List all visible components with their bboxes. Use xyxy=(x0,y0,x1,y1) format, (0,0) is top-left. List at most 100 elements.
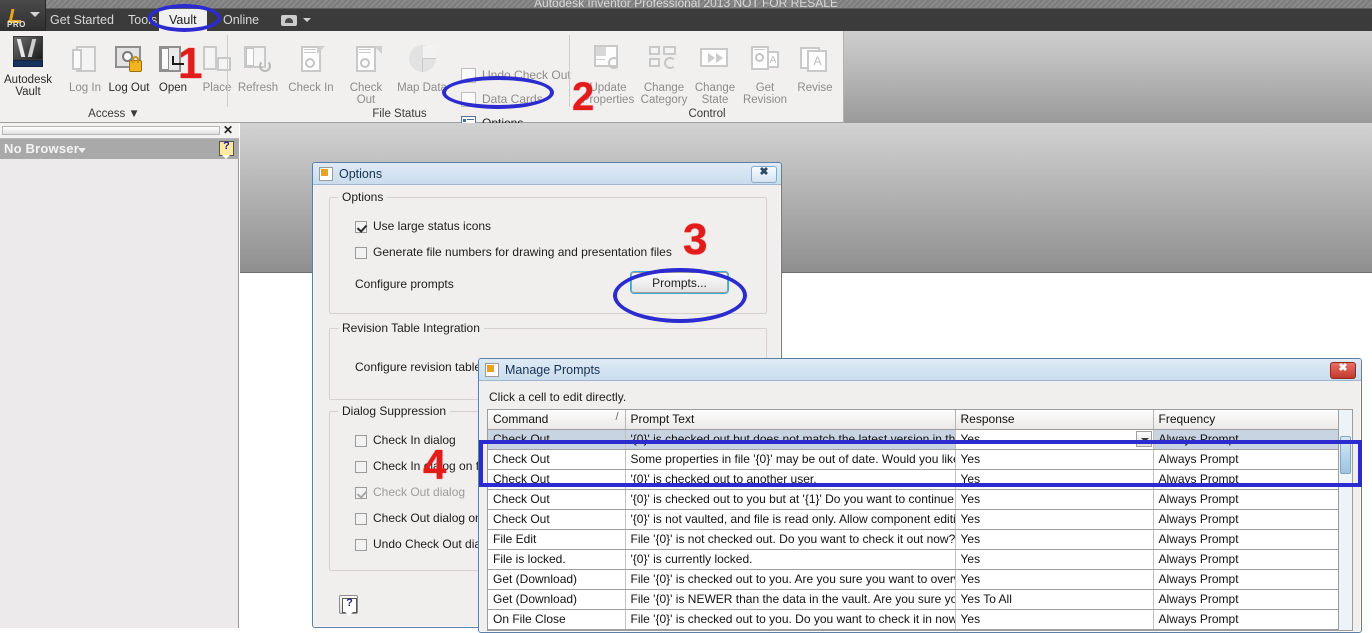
cell-response[interactable]: Yes xyxy=(955,569,1154,590)
cell-command[interactable]: Check Out xyxy=(488,489,626,510)
cell-prompt-text[interactable]: '{0}' is checked out to you but at '{1}'… xyxy=(625,489,956,510)
column-header-response[interactable]: Response xyxy=(955,410,1154,430)
document-chip-icon xyxy=(281,15,297,26)
checkbox-box[interactable] xyxy=(355,539,367,551)
ribbon-button-check-in[interactable]: Check In xyxy=(284,41,338,94)
ribbon-right-filler xyxy=(843,31,1372,123)
help-icon xyxy=(342,597,357,616)
ribbon-label: Check In xyxy=(288,82,334,94)
checkbox-box[interactable] xyxy=(355,513,367,525)
close-button[interactable]: ✖ xyxy=(1330,362,1356,379)
cell-response-value: Yes To All xyxy=(960,592,1012,606)
cell-prompt-text[interactable]: File '{0}' is checked out to you. Do you… xyxy=(625,609,956,630)
cell-command[interactable]: File is locked. xyxy=(488,549,626,570)
annotation-number-2: 2 xyxy=(572,75,595,119)
ribbon-panel-control: Update Properties Change Category Change… xyxy=(571,31,843,123)
map-data-icon xyxy=(404,43,440,79)
table-row[interactable]: Get (Download) File '{0}' is checked out … xyxy=(488,569,1345,590)
checkbox-box[interactable] xyxy=(355,461,367,473)
options-dialog-title-bar[interactable]: Options ✖ xyxy=(313,163,781,185)
checkbox-box xyxy=(355,487,367,499)
ribbon-panel-label-access[interactable]: Access ▼ xyxy=(0,105,228,123)
ribbon-button-get-revision[interactable]: A Get Revision xyxy=(738,41,792,106)
table-row[interactable]: Check Out '{0}' is not vaulted, and file … xyxy=(488,509,1345,530)
manage-prompts-title-bar[interactable]: Manage Prompts ✖ xyxy=(479,359,1361,381)
cell-response-value: Yes xyxy=(960,492,981,506)
document-selector-dropdown[interactable] xyxy=(281,13,315,27)
refresh-icon xyxy=(240,43,276,79)
ribbon-button-map-data[interactable]: Map Data xyxy=(395,41,449,94)
log-in-icon xyxy=(67,43,103,79)
cell-response-value: Yes xyxy=(960,612,981,626)
cell-response[interactable]: Yes To All xyxy=(955,589,1154,610)
chevron-down-icon[interactable] xyxy=(30,12,40,17)
change-category-icon xyxy=(646,43,682,79)
chevron-down-icon xyxy=(303,18,311,22)
log-out-icon xyxy=(111,43,147,79)
cell-prompt-text[interactable]: File '{0}' is not checked out. Do you wa… xyxy=(625,529,956,550)
annotation-highlight-vault-tab xyxy=(148,4,221,32)
ribbon-button-check-out[interactable]: Check Out xyxy=(339,41,393,106)
tab-get-started[interactable]: Get Started xyxy=(40,9,124,31)
chevron-down-icon[interactable] xyxy=(78,148,86,153)
column-header-frequency[interactable]: Frequency xyxy=(1153,410,1345,430)
manage-prompts-title: Manage Prompts xyxy=(505,363,601,377)
cell-frequency[interactable]: Always Prompt xyxy=(1153,529,1345,550)
ribbon-label-line2: Vault xyxy=(15,86,41,98)
ribbon-button-change-category[interactable]: Change Category xyxy=(637,41,691,106)
ribbon-panel-label-control: Control xyxy=(688,108,726,120)
cell-response[interactable]: Yes xyxy=(955,489,1154,510)
annotation-highlight-options-button xyxy=(442,76,554,109)
cell-command[interactable]: File Edit xyxy=(488,529,626,550)
cell-frequency[interactable]: Always Prompt xyxy=(1153,569,1345,590)
cell-frequency[interactable]: Always Prompt xyxy=(1153,489,1345,510)
table-row[interactable]: File Edit File '{0}' is not checked out. … xyxy=(488,529,1345,550)
checkbox-box[interactable] xyxy=(355,221,367,233)
help-icon[interactable] xyxy=(219,140,234,159)
cell-frequency[interactable]: Always Prompt xyxy=(1153,609,1345,630)
ribbon-button-change-state[interactable]: Change State xyxy=(688,41,742,106)
close-icon[interactable]: ✕ xyxy=(223,123,233,137)
help-button[interactable] xyxy=(339,595,358,616)
column-header-command[interactable]: Command / xyxy=(488,410,626,430)
vault-logo-icon xyxy=(10,35,46,71)
cell-command[interactable]: Check Out xyxy=(488,509,626,530)
column-header-prompt-text[interactable]: Prompt Text xyxy=(625,410,956,430)
cell-response-value: Yes xyxy=(960,572,981,586)
cell-response-value: Yes xyxy=(960,552,981,566)
checkbox-box[interactable] xyxy=(355,247,367,259)
cell-prompt-text[interactable]: '{0}' is not vaulted, and file is read o… xyxy=(625,509,956,530)
browser-drag-handle[interactable] xyxy=(2,126,220,135)
table-row[interactable]: File is locked. '{0}' is currently locked… xyxy=(488,549,1345,570)
cell-frequency[interactable]: Always Prompt xyxy=(1153,549,1345,570)
annotation-number-4: 4 xyxy=(423,441,447,488)
ribbon-label-line1: Autodesk xyxy=(4,74,52,86)
manage-prompts-hint: Click a cell to edit directly. xyxy=(489,390,627,404)
cell-frequency[interactable]: Always Prompt xyxy=(1153,589,1345,610)
cell-response[interactable]: Yes xyxy=(955,609,1154,630)
browser-title: No Browser xyxy=(4,141,79,156)
ribbon-button-revise[interactable]: A Revise xyxy=(788,41,842,94)
cell-response-value: Yes xyxy=(960,532,981,546)
tab-online[interactable]: Online xyxy=(213,9,269,31)
checkbox-box[interactable] xyxy=(355,435,367,447)
cell-command[interactable]: On File Close xyxy=(488,609,626,630)
ribbon-button-autodesk-vault[interactable]: Autodesk Vault xyxy=(1,33,55,98)
table-row[interactable]: Check Out '{0}' is checked out to you but… xyxy=(488,489,1345,510)
cell-response[interactable]: Yes xyxy=(955,509,1154,530)
inventor-document-icon xyxy=(485,363,499,377)
cell-prompt-text[interactable]: File '{0}' is NEWER than the data in the… xyxy=(625,589,956,610)
table-row[interactable]: Get (Download) File '{0}' is NEWER than t… xyxy=(488,589,1345,610)
table-row[interactable]: On File Close File '{0}' is checked out t… xyxy=(488,609,1345,630)
cell-prompt-text[interactable]: '{0}' is currently locked. xyxy=(625,549,956,570)
browser-header[interactable]: No Browser xyxy=(0,139,239,159)
cell-command[interactable]: Get (Download) xyxy=(488,589,626,610)
cell-frequency[interactable]: Always Prompt xyxy=(1153,509,1345,530)
ribbon-label-line1: Get xyxy=(755,82,775,94)
ribbon-button-refresh[interactable]: Refresh xyxy=(231,41,285,94)
cell-prompt-text[interactable]: File '{0}' is checked out to you. Are yo… xyxy=(625,569,956,590)
close-button[interactable]: ✖ xyxy=(751,166,777,183)
cell-response[interactable]: Yes xyxy=(955,549,1154,570)
cell-response[interactable]: Yes xyxy=(955,529,1154,550)
cell-command[interactable]: Get (Download) xyxy=(488,569,626,590)
